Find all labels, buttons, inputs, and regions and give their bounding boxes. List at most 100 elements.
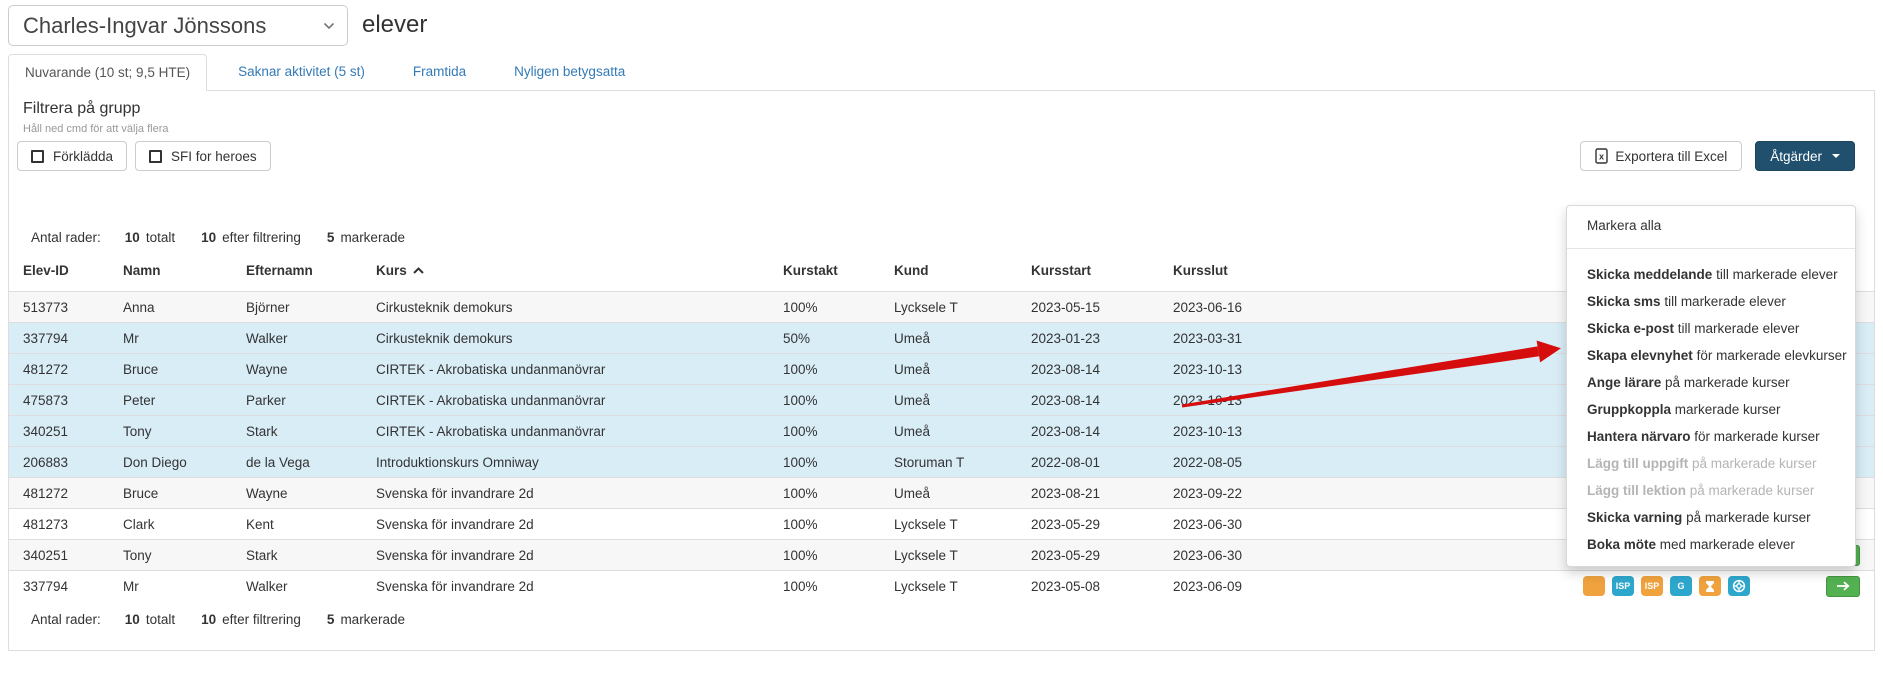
cell-kursslut: 2023-06-30 — [1159, 509, 1569, 540]
menu-item-6[interactable]: Ange lärare på markerade kurser — [1567, 369, 1855, 396]
cell-kund: Umeå — [880, 478, 1017, 509]
column-header-namn[interactable]: Namn — [109, 257, 232, 292]
cell-kurstakt: 100% — [769, 571, 880, 602]
menu-item-1[interactable]: Markera alla — [1567, 212, 1855, 239]
globe-badge[interactable] — [1728, 576, 1750, 596]
cell-kund: Lycksele T — [880, 540, 1017, 571]
cell-kurstakt: 100% — [769, 385, 880, 416]
column-header-kursslut[interactable]: Kursslut — [1159, 257, 1569, 292]
cell-kurs: Cirkusteknik demokurs — [362, 323, 769, 354]
cell-namn: Anna — [109, 292, 232, 323]
isp-badge[interactable]: ISP — [1612, 576, 1634, 596]
menu-item-11[interactable]: Skicka varning på markerade kurser — [1567, 504, 1855, 531]
column-header-kursstart[interactable]: Kursstart — [1017, 257, 1159, 292]
cell-namn: Mr — [109, 571, 232, 602]
cell-kursstart: 2023-05-15 — [1017, 292, 1159, 323]
column-header-elev-id[interactable]: Elev-ID — [9, 257, 109, 292]
toolbar: x Exportera till Excel Åtgärder — [1580, 141, 1855, 171]
selected-count: 5 — [327, 612, 335, 627]
tab-2[interactable]: Saknar aktivitet (5 st) — [221, 53, 382, 90]
cell-efternamn: de la Vega — [232, 447, 362, 478]
menu-item-4[interactable]: Skicka e-post till markerade elever — [1567, 315, 1855, 342]
selected-count: 5 — [327, 230, 335, 245]
filtered-count: 10 — [201, 612, 216, 627]
cell-elev-id: 481273 — [9, 509, 109, 540]
menu-divider — [1567, 248, 1855, 249]
tab-1[interactable]: Nuvarande (10 st; 9,5 HTE) — [8, 54, 207, 91]
cell-kursslut: 2023-06-09 — [1159, 571, 1569, 602]
cell-kursslut: 2023-10-13 — [1159, 416, 1569, 447]
menu-item-5[interactable]: Skapa elevnyhet för markerade elevkurser — [1567, 342, 1855, 369]
menu-item-12[interactable]: Boka möte med markerade elever — [1567, 531, 1855, 558]
tab-4[interactable]: Nyligen betygsatta — [497, 53, 642, 90]
student-group-select-value: Charles-Ingvar Jönssons — [23, 13, 323, 39]
cell-kursslut: 2022-08-05 — [1159, 447, 1569, 478]
cell-kurstakt: 100% — [769, 509, 880, 540]
cell-kund: Storuman T — [880, 447, 1017, 478]
menu-item-9: Lägg till uppgift på markerade kurser — [1567, 450, 1855, 477]
selected-label: markerade — [340, 230, 405, 245]
cell-elev-id: 513773 — [9, 292, 109, 323]
cell-kurstakt: 100% — [769, 540, 880, 571]
column-header-efternamn[interactable]: Efternamn — [232, 257, 362, 292]
actions-button-label: Åtgärder — [1770, 149, 1822, 164]
cell-kursstart: 2023-08-14 — [1017, 354, 1159, 385]
cell-kursstart: 2023-08-14 — [1017, 385, 1159, 416]
column-header-kurstakt[interactable]: Kurstakt — [769, 257, 880, 292]
export-excel-label: Exportera till Excel — [1615, 149, 1727, 164]
student-group-select[interactable]: Charles-Ingvar Jönssons — [8, 5, 348, 46]
cell-namn: Bruce — [109, 478, 232, 509]
selected-label: markerade — [340, 612, 405, 627]
cell-namn: Mr — [109, 323, 232, 354]
menu-item-2[interactable]: Skicka meddelande till markerade elever — [1567, 261, 1855, 288]
cell-elev-id: 475873 — [9, 385, 109, 416]
cell-efternamn: Walker — [232, 323, 362, 354]
cell-namn: Tony — [109, 416, 232, 447]
cell-efternamn: Stark — [232, 540, 362, 571]
cell-kurs: Cirkusteknik demokurs — [362, 292, 769, 323]
cell-kursslut: 2023-06-30 — [1159, 540, 1569, 571]
cell-efternamn: Björner — [232, 292, 362, 323]
table-row[interactable]: 337794MrWalkerSvenska för invandrare 2d1… — [9, 571, 1874, 602]
filter-group-button-1[interactable]: Förklädda — [17, 141, 127, 171]
cell-kund: Lycksele T — [880, 509, 1017, 540]
filter-group-label: SFI for heroes — [171, 149, 257, 164]
filtered-count: 10 — [201, 230, 216, 245]
cell-kursslut: 2023-06-16 — [1159, 292, 1569, 323]
menu-item-8[interactable]: Hantera närvaro för markerade kurser — [1567, 423, 1855, 450]
cell-elev-id: 340251 — [9, 416, 109, 447]
menu-item-7[interactable]: Gruppkoppla markerade kurser — [1567, 396, 1855, 423]
open-row-button[interactable] — [1826, 576, 1860, 597]
filter-group-title: Filtrera på grupp — [23, 100, 140, 118]
row-counts-label: Antal rader: — [31, 230, 101, 245]
cell-kurs: Svenska för invandrare 2d — [362, 478, 769, 509]
actions-button[interactable]: Åtgärder — [1755, 141, 1855, 171]
column-header-kund[interactable]: Kund — [880, 257, 1017, 292]
tab-3[interactable]: Framtida — [396, 53, 483, 90]
export-excel-button[interactable]: x Exportera till Excel — [1580, 141, 1742, 171]
column-header-kurs[interactable]: Kurs — [362, 257, 769, 292]
cell-namn: Bruce — [109, 354, 232, 385]
cell-efternamn: Stark — [232, 416, 362, 447]
cell-kund: Umeå — [880, 385, 1017, 416]
row-counts-top: Antal rader:10totalt10efter filtrering5m… — [31, 230, 405, 245]
status-badges-cell: ISP ISP G — [1569, 571, 1789, 602]
cell-elev-id: 337794 — [9, 571, 109, 602]
cell-kurs: CIRTEK - Akrobatiska undanmanövrar — [362, 354, 769, 385]
filter-group-buttons: Förklädda SFI for heroes — [17, 141, 271, 171]
menu-item-3[interactable]: Skicka sms till markerade elever — [1567, 288, 1855, 315]
actions-dropdown-menu: Markera alla Skicka meddelande till marke… — [1566, 205, 1856, 567]
cell-kursstart: 2023-08-14 — [1017, 416, 1159, 447]
cell-namn: Don Diego — [109, 447, 232, 478]
hourglass-badge[interactable] — [1699, 576, 1721, 596]
g-badge[interactable]: G — [1670, 576, 1692, 596]
filter-group-label: Förklädda — [53, 149, 113, 164]
filter-group-button-2[interactable]: SFI for heroes — [135, 141, 271, 171]
cell-kursstart: 2022-08-01 — [1017, 447, 1159, 478]
sort-ascending-icon — [413, 267, 424, 274]
checkbox-icon — [149, 150, 162, 163]
blank-badge[interactable] — [1583, 576, 1605, 596]
cell-elev-id: 340251 — [9, 540, 109, 571]
cell-kurs: CIRTEK - Akrobatiska undanmanövrar — [362, 416, 769, 447]
isp-badge[interactable]: ISP — [1641, 576, 1663, 596]
